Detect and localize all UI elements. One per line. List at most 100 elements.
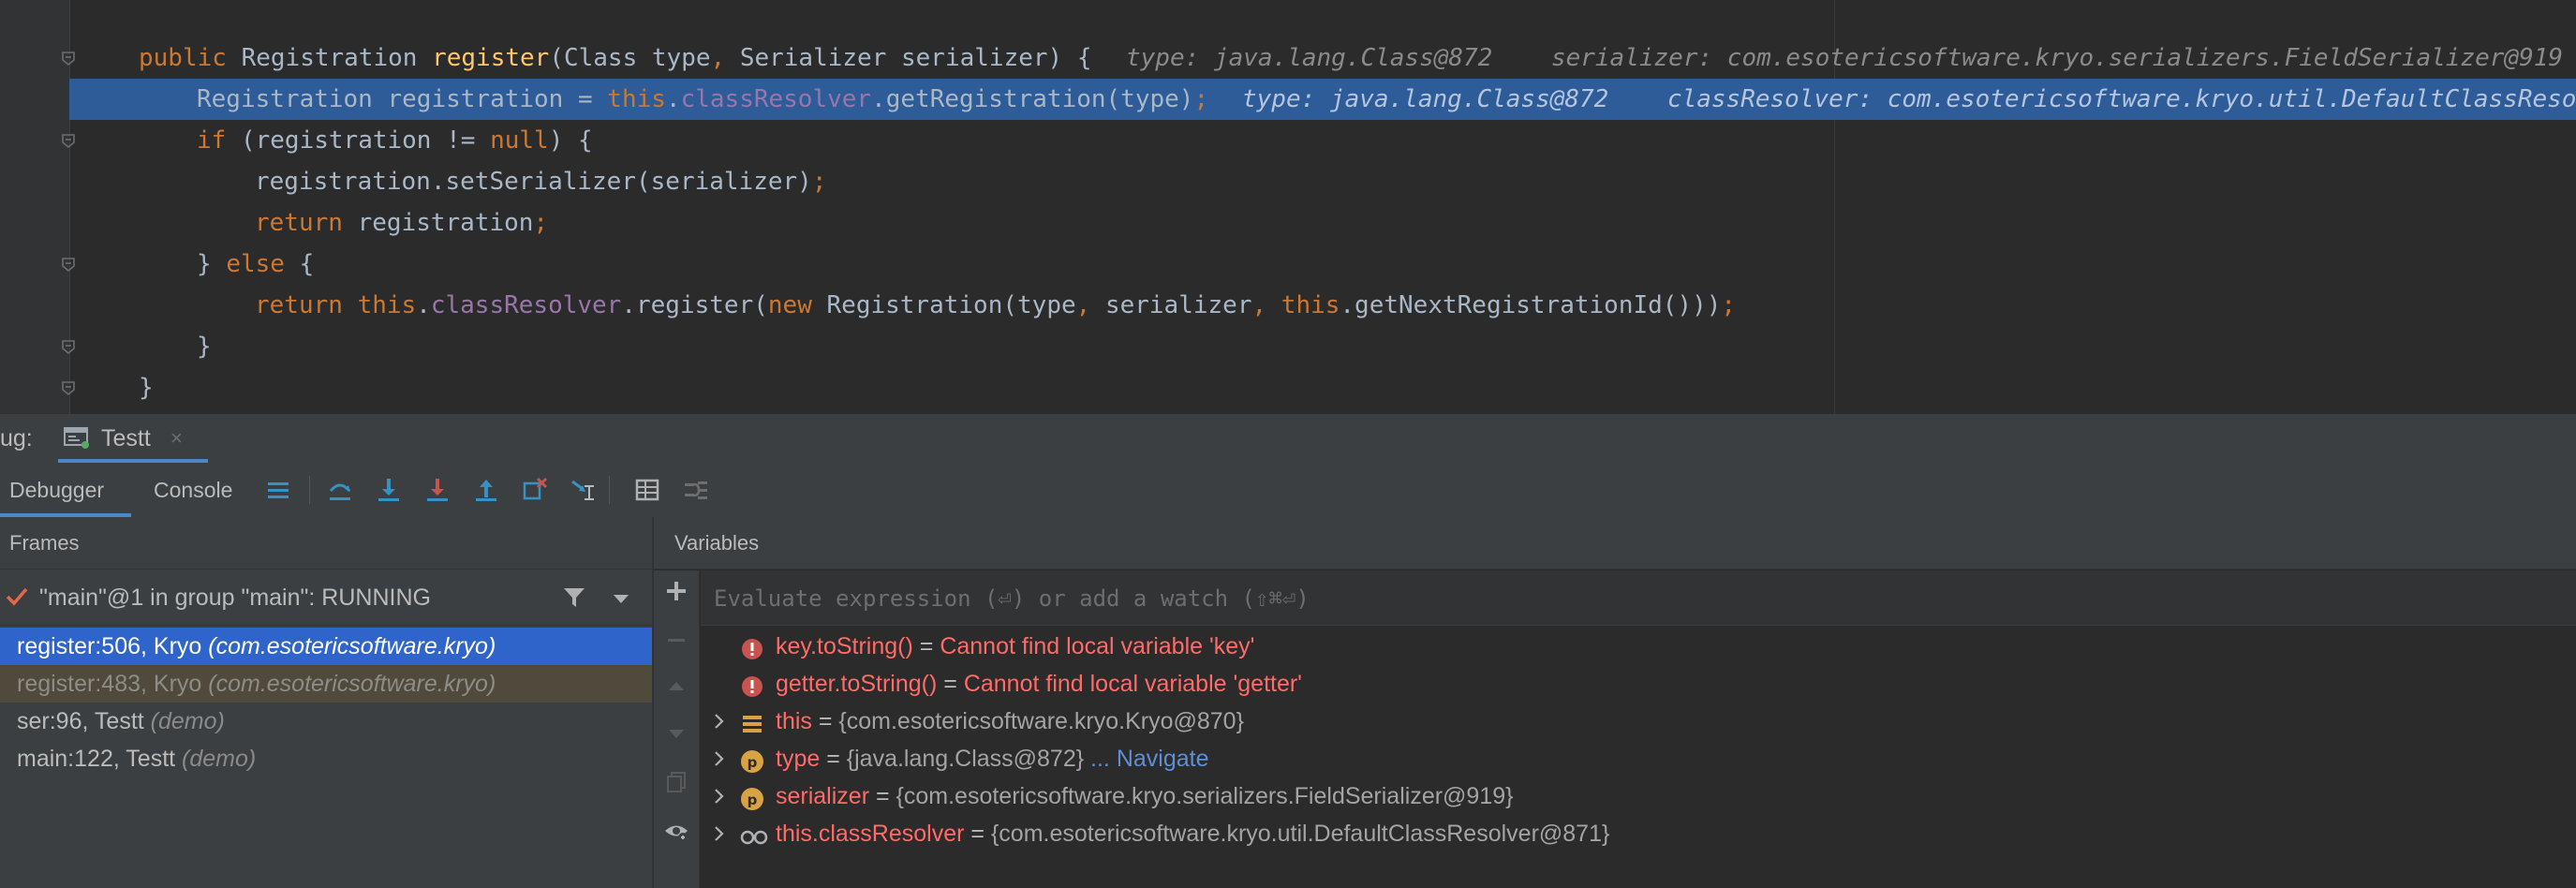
code-text: } xyxy=(197,326,212,367)
code-text: return this.classResolver.register(new R… xyxy=(255,285,1736,326)
frames-header: Frames xyxy=(0,517,652,570)
code-token: public xyxy=(139,44,242,72)
debug-tool-window-header: ug: Testt × xyxy=(0,414,2576,464)
code-token: , this xyxy=(1251,291,1340,319)
frame-method: ser:96, Testt xyxy=(17,708,151,734)
code-text: Registration registration = this.classRe… xyxy=(197,79,1208,120)
add-watch-icon[interactable] xyxy=(663,578,689,604)
frame-package: (demo) xyxy=(182,746,257,772)
code-token: ; xyxy=(533,209,549,237)
code-token: this xyxy=(607,85,666,113)
fold-marker-icon[interactable] xyxy=(60,338,77,355)
code-token: new xyxy=(767,291,827,319)
toolbar-separator xyxy=(309,476,310,504)
tab-debugger-label: Debugger xyxy=(9,478,105,502)
navigate-link[interactable]: ... Navigate xyxy=(1084,746,1208,772)
variable-text: this = {com.esotericsoftware.kryo.Kryo@8… xyxy=(776,703,1244,740)
code-text: if (registration != null) { xyxy=(197,120,593,161)
code-token: { xyxy=(299,250,315,278)
equals-sign: = xyxy=(820,746,847,772)
frame-item[interactable]: ser:96, Testt (demo) xyxy=(0,703,652,740)
evaluate-expression-input[interactable] xyxy=(712,570,2495,627)
variable-name: key.toString() xyxy=(776,633,913,659)
force-step-into-icon[interactable] xyxy=(423,476,452,504)
code-token: classResolver xyxy=(430,291,622,319)
fold-marker-icon[interactable] xyxy=(60,379,77,396)
variable-name: this xyxy=(776,708,812,734)
code-token: registration xyxy=(357,209,534,237)
frames-panel: Frames "main"@1 in group "main": RUNNING… xyxy=(0,517,654,888)
variable-row[interactable]: getter.toString() = Cannot find local va… xyxy=(701,665,2576,703)
parameter-icon: p xyxy=(740,785,764,810)
thread-selector[interactable]: "main"@1 in group "main": RUNNING xyxy=(0,570,652,626)
code-token: ; xyxy=(1193,85,1209,113)
variable-row[interactable]: p type = {java.lang.Class@872} ... Naviga… xyxy=(701,740,2576,777)
code-token: ; xyxy=(1721,291,1737,319)
code-text: } xyxy=(139,367,154,408)
current-execution-line[interactable]: Registration registration = this.classRe… xyxy=(69,79,2576,120)
variable-row[interactable]: this.classResolver = {com.esotericsoftwa… xyxy=(701,815,2576,852)
move-down-icon[interactable] xyxy=(663,720,689,747)
layout-list-icon[interactable] xyxy=(264,476,292,504)
frame-item[interactable]: register:483, Kryo (com.esotericsoftware… xyxy=(0,665,652,703)
fold-marker-icon[interactable] xyxy=(60,50,77,67)
chevron-right-icon[interactable] xyxy=(710,815,729,852)
evaluate-table-icon[interactable] xyxy=(633,476,661,504)
drop-frame-icon[interactable] xyxy=(521,476,549,504)
code-token: } xyxy=(139,374,154,402)
code-token: Registration xyxy=(241,44,433,72)
code-token: return this xyxy=(255,291,417,319)
close-icon[interactable]: × xyxy=(170,414,183,463)
tab-console[interactable]: Console xyxy=(154,463,232,517)
variable-row[interactable]: this = {com.esotericsoftware.kryo.Kryo@8… xyxy=(701,703,2576,740)
object-icon xyxy=(740,710,764,734)
code-token: register xyxy=(432,44,550,72)
editor-gutter[interactable] xyxy=(0,0,75,414)
svg-text:p: p xyxy=(748,754,758,771)
frame-item[interactable]: register:506, Kryo (com.esotericsoftware… xyxy=(0,628,652,665)
variable-row[interactable]: p serializer = {com.esotericsoftware.kryo… xyxy=(701,777,2576,815)
equals-sign: = xyxy=(811,708,839,734)
run-to-cursor-icon[interactable] xyxy=(570,476,598,504)
application-window-icon xyxy=(64,425,90,450)
code-token: (registration != xyxy=(240,126,491,155)
code-editor[interactable]: public Registration register(Class type,… xyxy=(0,0,2576,414)
move-up-icon[interactable] xyxy=(663,673,689,700)
debug-session-tab[interactable]: Testt × xyxy=(58,414,208,463)
error-icon xyxy=(740,635,764,659)
debug-label: ug: xyxy=(0,425,33,451)
variable-row[interactable]: key.toString() = Cannot find local varia… xyxy=(701,628,2576,665)
remove-watch-icon[interactable] xyxy=(663,627,689,653)
show-watches-icon[interactable] xyxy=(663,818,689,844)
chevron-right-icon[interactable] xyxy=(710,703,729,740)
step-out-icon[interactable] xyxy=(472,476,500,504)
fold-marker-icon[interactable] xyxy=(60,256,77,273)
chevron-right-icon[interactable] xyxy=(710,777,729,815)
frame-item[interactable]: main:122, Testt (demo) xyxy=(0,740,652,777)
code-token: .getRegistration(type) xyxy=(871,85,1194,113)
variable-name: getter.toString() xyxy=(776,671,938,697)
code-token: serializer xyxy=(1104,291,1252,319)
variable-name: type xyxy=(776,746,821,772)
tab-console-label: Console xyxy=(154,478,233,502)
code-text: return registration; xyxy=(255,202,548,244)
code-token: } xyxy=(197,250,227,278)
trace-stream-icon[interactable] xyxy=(682,476,710,504)
chevron-right-icon[interactable] xyxy=(710,740,729,777)
step-over-icon[interactable] xyxy=(326,476,354,504)
tab-debugger[interactable]: Debugger xyxy=(0,463,131,517)
filter-icon[interactable] xyxy=(562,585,586,610)
equals-sign: = xyxy=(937,671,964,697)
code-token: . xyxy=(665,85,681,113)
code-text: } else { xyxy=(197,244,314,285)
fold-marker-icon[interactable] xyxy=(60,132,77,149)
frame-package: (com.esotericsoftware.kryo) xyxy=(208,633,496,659)
copy-icon[interactable] xyxy=(663,769,689,795)
error-message: Cannot find local variable 'key' xyxy=(940,633,1255,659)
chevron-down-icon[interactable] xyxy=(611,589,631,608)
svg-text:p: p xyxy=(748,792,758,808)
session-name: Testt xyxy=(101,425,151,451)
frame-method: main:122, Testt xyxy=(17,746,183,772)
step-into-icon[interactable] xyxy=(375,476,403,504)
frame-method: register:483, Kryo xyxy=(17,671,209,697)
